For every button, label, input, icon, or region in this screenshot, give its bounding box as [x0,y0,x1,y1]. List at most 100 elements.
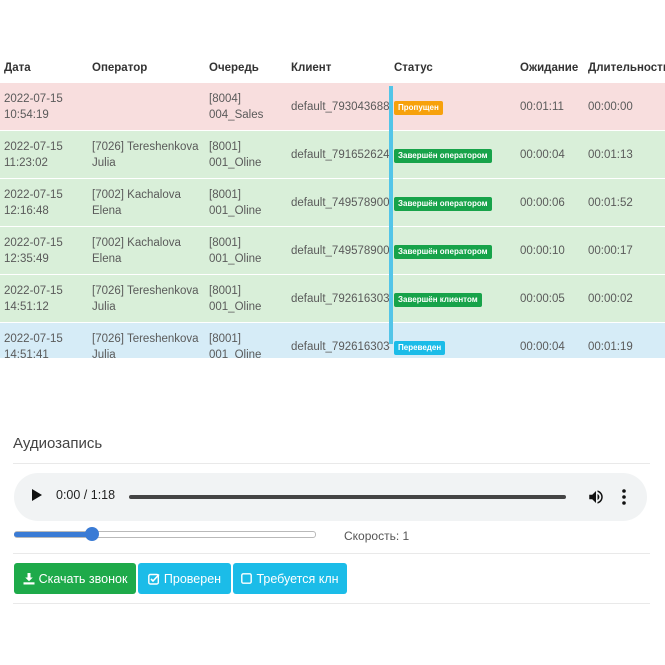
calls-table: Дата Оператор Очередь Клиент Статус Ожид… [0,54,665,358]
cell-status: Завершён оператором [390,130,516,179]
cell-queue: [8001] 001_Oline [205,130,287,179]
cell-date: 2022-07-15 12:16:48 [0,178,88,227]
audio-player[interactable]: 0:00 / 1:18 [14,473,647,521]
volume-icon[interactable] [587,488,605,506]
cell-queue: [8004] 004_Sales [205,82,287,131]
cell-duration: 00:01:13 [584,130,665,179]
speed-slider-fill [14,532,92,537]
cell-queue: [8001] 001_Oline [205,322,287,359]
download-call-button[interactable]: Скачать звонок [14,563,136,594]
date-text: 2022-07-15 [4,140,63,153]
cell-wait: 00:00:10 [516,226,584,275]
operator-firstname: Elena [92,204,122,217]
queue-id: [8001] [209,332,241,345]
time-text: 14:51:41 [4,348,49,359]
cell-wait: 00:00:04 [516,322,584,358]
time-text: 10:54:19 [4,108,49,121]
date-text: 2022-07-15 [4,188,63,201]
cell-operator: [7026] Tereshenkova Julia [88,322,205,358]
cell-wait: 00:00:04 [516,130,584,179]
operator-firstname: Julia [92,156,116,169]
speed-label: Скорость: 1 [344,529,410,543]
speed-slider[interactable] [14,527,316,541]
cell-operator [88,82,205,131]
date-text: 2022-07-15 [4,236,63,249]
operator-name: [7026] Tereshenkova [92,332,199,345]
header-wait[interactable]: Ожидание [516,54,584,83]
status-badge: Переведен [394,340,446,355]
header-date[interactable]: Дата [0,54,88,83]
queue-name: 001_Oline [209,300,262,313]
play-icon[interactable] [32,489,42,501]
cell-status: Завершён оператором [390,178,516,227]
operator-name: [7026] Tereshenkova [92,284,199,297]
cell-queue: [8001] 001_Oline [205,226,287,275]
header-status[interactable]: Статус [390,54,516,83]
time-text: 14:51:12 [4,300,49,313]
table-header-row: Дата Оператор Очередь Клиент Статус Ожид… [0,54,665,83]
queue-id: [8001] [209,284,241,297]
playback-progress-bar[interactable] [129,495,566,499]
cell-operator: [7002] Kachalova Elena [88,226,205,275]
cell-client: default_79261630344 [287,322,390,358]
queue-id: [8004] [209,92,241,105]
cell-status: Переведен [390,322,516,358]
cell-client: default_74957890000 [287,226,390,275]
queue-name: 001_Oline [209,204,262,217]
status-badge: Завершён клиентом [394,292,482,307]
mark-checked-label: Проверен [163,571,222,586]
table-row[interactable]: 2022-07-15 14:51:12 [7026] Tereshenkova Ju… [0,274,665,323]
operator-firstname: Julia [92,300,116,313]
cell-date: 2022-07-15 12:35:49 [0,226,88,275]
status-badge: Завершён оператором [394,196,492,211]
cell-operator: [7026] Tereshenkova Julia [88,130,205,179]
operator-name: [7026] Tereshenkova [92,140,199,153]
cell-queue: [8001] 001_Oline [205,274,287,323]
queue-id: [8001] [209,236,241,249]
checkbox-checked-icon [148,573,160,585]
header-queue[interactable]: Очередь [205,54,287,83]
audio-section-title: Аудиозапись [13,435,103,452]
cell-operator: [7026] Tereshenkova Julia [88,274,205,323]
cell-queue: [8001] 001_Oline [205,178,287,227]
table-row[interactable]: 2022-07-15 11:23:02 [7026] Tereshenkova Ju… [0,130,665,179]
divider [13,603,650,604]
time-text: 12:16:48 [4,204,49,217]
cell-client: default_7916526247 [287,130,390,179]
queue-name: 001_Oline [209,156,262,169]
more-vert-icon[interactable] [618,487,630,507]
cell-duration: 00:00:17 [584,226,665,275]
cell-client: default_7930436880( [287,82,390,131]
header-duration[interactable]: Длительность [584,54,665,83]
mark-checked-button[interactable]: Проверен [138,563,231,594]
status-badge: Завершён оператором [394,148,492,163]
cell-duration: 00:00:00 [584,82,665,131]
date-text: 2022-07-15 [4,284,63,297]
header-operator[interactable]: Оператор [88,54,205,83]
divider [13,463,650,464]
queue-name: 001_Oline [209,348,262,359]
queue-id: [8001] [209,140,241,153]
operator-name: [7002] Kachalova [92,188,181,201]
cell-duration: 00:01:19 [584,322,665,358]
cell-duration: 00:01:52 [584,178,665,227]
cell-status: Завершён клиентом [390,274,516,323]
table-row[interactable]: 2022-07-15 12:16:48 [7002] Kachalova Elena… [0,178,665,227]
download-call-label: Скачать звонок [38,571,128,586]
table-body: 2022-07-15 10:54:19 [8004] 004_Sales defau… [0,82,665,359]
header-client[interactable]: Клиент [287,54,390,83]
speed-slider-thumb[interactable] [85,527,99,541]
table-row[interactable]: 2022-07-15 12:35:49 [7002] Kachalova Elena… [0,226,665,275]
calls-table-container: Дата Оператор Очередь Клиент Статус Ожид… [0,54,665,358]
status-badge: Пропущен [394,100,443,115]
cell-date: 2022-07-15 10:54:19 [0,82,88,131]
time-text: 12:35:49 [4,252,49,265]
queue-name: 001_Oline [209,252,262,265]
cell-wait: 00:01:11 [516,82,584,131]
table-row[interactable]: 2022-07-15 14:51:41 [7026] Tereshenkova Ju… [0,322,665,359]
queue-name: 004_Sales [209,108,264,121]
cell-client: default_79261630344 [287,274,390,323]
callback-required-button[interactable]: Требуется клн [233,563,347,594]
cell-status: Завершён оператором [390,226,516,275]
table-row[interactable]: 2022-07-15 10:54:19 [8004] 004_Sales defau… [0,82,665,131]
